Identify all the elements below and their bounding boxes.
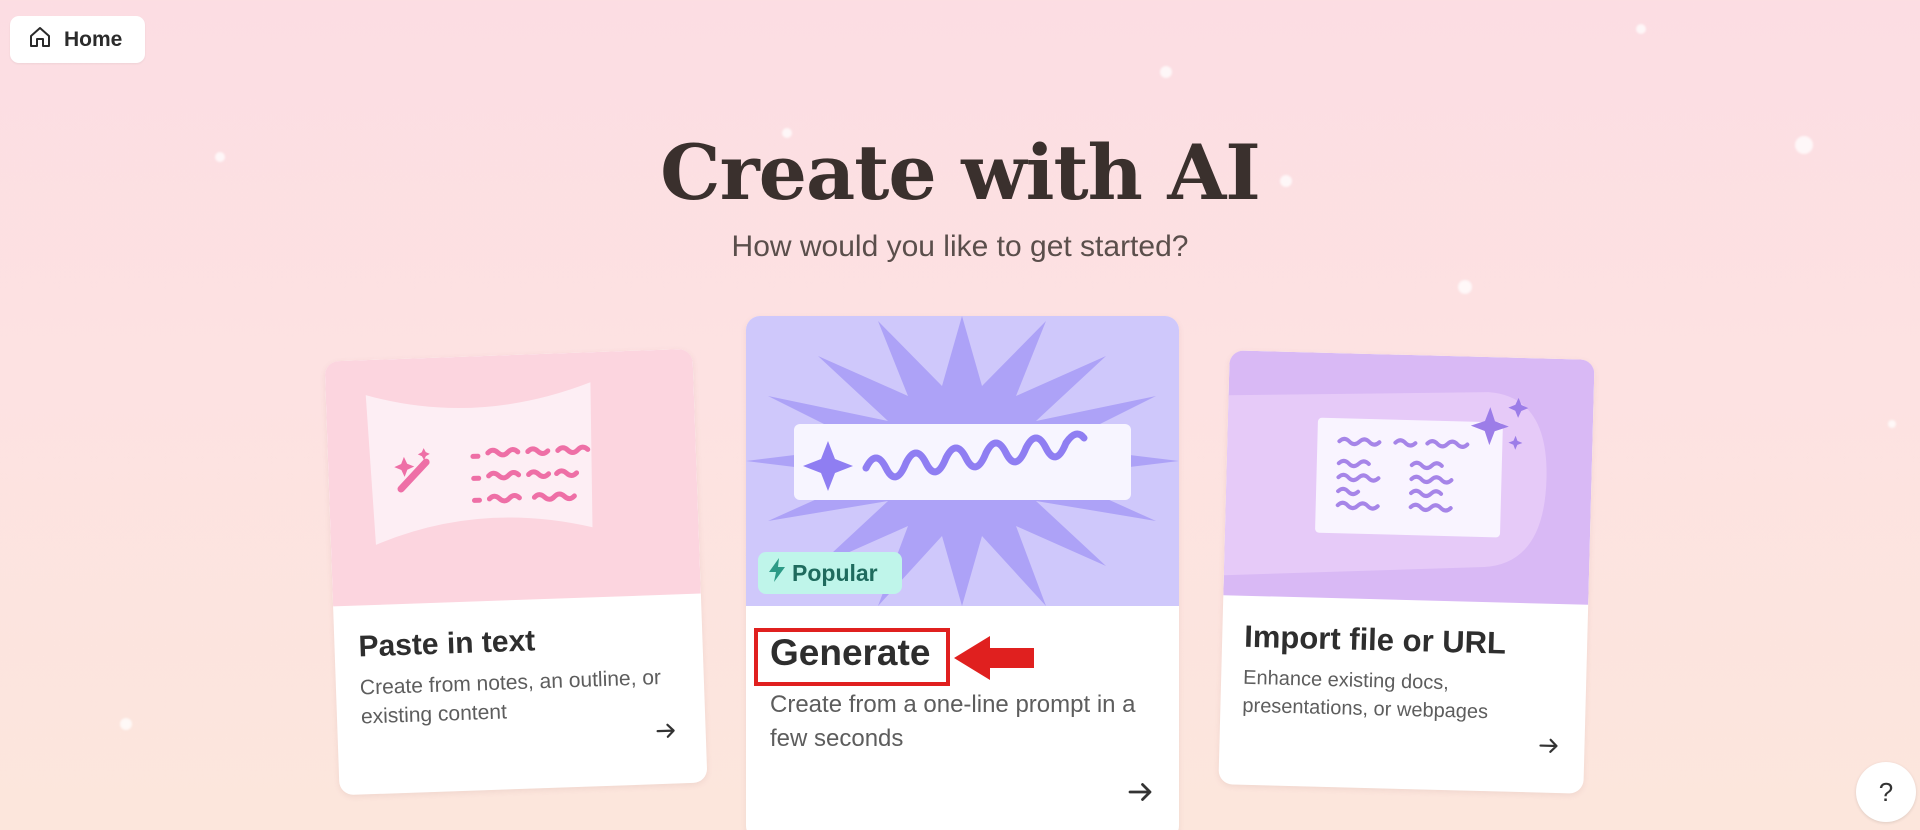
wand-list-illustration: [324, 348, 701, 607]
arrow-right-icon: [653, 718, 678, 748]
home-label: Home: [64, 27, 123, 51]
card-description: Create from notes, an outline, or existi…: [359, 666, 662, 729]
import-file-or-url-card[interactable]: Import file or URL Enhance existing docs…: [1218, 350, 1595, 794]
sparkle: [1160, 66, 1172, 78]
generate-card[interactable]: Popular Generate Create from a one-line …: [746, 316, 1179, 830]
card-description: Create from a one-line prompt in a few s…: [770, 691, 1136, 752]
sparkle: [1888, 420, 1896, 428]
help-button[interactable]: ?: [1856, 762, 1916, 822]
page-title: Create with AI: [660, 128, 1261, 217]
popular-badge-label: Popular: [792, 559, 878, 586]
arrow-right-icon: [1536, 733, 1561, 763]
lightning-icon: [768, 558, 786, 588]
help-label: ?: [1878, 776, 1894, 807]
popular-badge: Popular: [758, 552, 902, 594]
card-title: Paste in text: [357, 624, 536, 664]
home-button[interactable]: Home: [10, 16, 145, 63]
sparkle: [120, 718, 132, 730]
red-pointer-arrow-icon: [952, 632, 1036, 689]
arrow-right-icon: [1125, 777, 1155, 812]
home-icon: [28, 25, 52, 54]
page-subtitle: How would you like to get started?: [731, 230, 1189, 263]
paste-in-text-card[interactable]: Paste in text Create from notes, an outl…: [324, 348, 708, 796]
sparkle: [1458, 280, 1472, 294]
document-import-illustration: [1223, 350, 1595, 605]
card-title: Import file or URL: [1243, 618, 1507, 661]
highlight-box: [754, 628, 950, 686]
sparkle: [1636, 24, 1646, 34]
card-description: Enhance existing docs, presentations, or…: [1242, 666, 1489, 724]
